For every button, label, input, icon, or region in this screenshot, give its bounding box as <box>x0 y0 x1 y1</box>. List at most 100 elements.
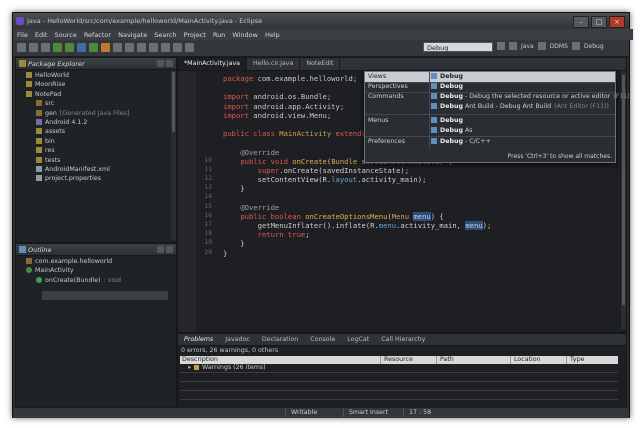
tree-node[interactable]: Android 4.1.2 <box>20 118 174 128</box>
outline-selected-row[interactable] <box>42 291 168 300</box>
code-line[interactable]: 15 @Override <box>196 203 626 212</box>
match-item[interactable]: Debug As <box>431 127 473 134</box>
table-row[interactable]: ▸ Warnings (26 items) <box>180 364 618 373</box>
title-bar[interactable]: Java - HelloWorld/src/com/example/hellow… <box>13 13 629 29</box>
expand-icon[interactable]: ▸ <box>188 364 191 371</box>
debug-perspective-icon[interactable] <box>571 42 580 50</box>
tree-node[interactable]: res <box>20 147 174 156</box>
scroll-thumb[interactable] <box>172 72 175 132</box>
tree-node[interactable]: tests <box>20 156 174 166</box>
run-icon[interactable] <box>89 43 98 52</box>
tab-problems[interactable]: Problems <box>178 334 219 345</box>
code-line[interactable]: 14 <box>196 193 626 202</box>
tree-node[interactable]: src <box>20 100 174 109</box>
tree-node[interactable]: HelloWorld <box>20 72 174 81</box>
tab-mainactivity[interactable]: *MainActivity.java <box>178 58 248 70</box>
menu-search[interactable]: Search <box>154 31 176 39</box>
col-description[interactable]: Description <box>182 356 218 364</box>
menu-file[interactable]: File <box>17 31 28 39</box>
tree-node[interactable]: NotePad <box>20 90 174 100</box>
menu-navigate[interactable]: Navigate <box>118 31 147 39</box>
debug-icon[interactable] <box>77 43 86 52</box>
col-resource[interactable]: Resource <box>384 356 413 364</box>
search-icon[interactable] <box>137 43 146 52</box>
open-type-icon[interactable] <box>125 43 134 52</box>
new-class-icon[interactable] <box>113 43 122 52</box>
minimize-button[interactable]: – <box>573 16 589 28</box>
minimize-view-icon[interactable] <box>157 60 164 67</box>
editor-scrollbar[interactable] <box>621 71 626 329</box>
menu-refactor[interactable]: Refactor <box>84 31 111 39</box>
tab-console[interactable]: Console <box>304 334 341 345</box>
minimize-view-icon[interactable] <box>157 246 164 253</box>
tree-node[interactable]: assets <box>20 128 174 137</box>
close-button[interactable]: × <box>609 16 625 28</box>
code-line[interactable]: 13 } <box>196 184 626 193</box>
tab-logcat[interactable]: LogCat <box>341 334 375 345</box>
code-line[interactable]: 16 public boolean onCreateOptionsMenu(Me… <box>196 211 626 221</box>
ddms-perspective-icon[interactable] <box>537 42 546 50</box>
code-line[interactable]: 18 return true; <box>196 230 626 239</box>
menu-project[interactable]: Project <box>184 31 206 39</box>
package-explorer-scrollbar[interactable] <box>171 70 176 240</box>
android-sdk-icon[interactable] <box>53 43 62 52</box>
java-perspective-icon[interactable] <box>509 42 517 50</box>
maximize-button[interactable]: □ <box>591 16 607 28</box>
outline-header[interactable]: Outline <box>16 244 176 256</box>
save-icon[interactable] <box>29 43 38 52</box>
tab-declaration[interactable]: Declaration <box>256 334 304 345</box>
new-icon[interactable] <box>17 43 26 52</box>
scroll-thumb[interactable] <box>622 75 625 305</box>
print-icon[interactable] <box>41 43 50 52</box>
menu-source[interactable]: Source <box>54 31 76 39</box>
tree-node[interactable]: gen [Generated Java Files] <box>20 109 174 119</box>
selected-match-row[interactable] <box>365 72 615 82</box>
prev-annotation-icon[interactable] <box>149 43 158 52</box>
perspective-java[interactable]: Java <box>521 43 534 50</box>
back-icon[interactable] <box>173 43 182 52</box>
match-item[interactable]: Debug <box>431 117 463 124</box>
match-item[interactable]: Debug <box>431 73 463 80</box>
tab-javadoc[interactable]: Javadoc <box>219 334 256 345</box>
next-annotation-icon[interactable] <box>161 43 170 52</box>
menu-edit[interactable]: Edit <box>35 31 48 39</box>
tree-node-label: HelloWorld <box>35 72 70 79</box>
tree-node[interactable]: MainActivity <box>20 267 174 276</box>
tree-node[interactable]: project.properties <box>20 175 174 184</box>
tree-node[interactable]: AndroidManifest.xml <box>20 165 174 175</box>
panel-controls <box>157 60 173 67</box>
tree-node[interactable]: MoonRise <box>20 81 174 90</box>
tab-noteedit[interactable]: NoteEdit <box>300 58 341 70</box>
tree-node[interactable]: com.example.helloworld <box>20 258 174 267</box>
package-explorer-header[interactable]: Package Explorer <box>16 58 176 70</box>
match-item[interactable]: Debug Ant Build - Debug Ant Build (Ant Ed… <box>431 103 609 110</box>
col-type[interactable]: Type <box>570 356 584 364</box>
menu-window[interactable]: Window <box>232 31 258 39</box>
quick-access-input[interactable]: Debug <box>423 42 493 52</box>
open-perspective-icon[interactable] <box>497 42 505 50</box>
maximize-view-icon[interactable] <box>166 246 173 253</box>
external-tools-icon[interactable] <box>101 43 110 52</box>
menu-run[interactable]: Run <box>213 31 225 39</box>
tree-node[interactable]: onCreate(Bundle): void <box>20 276 174 286</box>
perspective-debug[interactable]: Debug <box>584 43 604 50</box>
match-item[interactable]: Debug - C/C++ <box>431 138 491 145</box>
code-text: package com.example.helloworld; <box>223 74 358 83</box>
code-line[interactable]: 11 super.onCreate(savedInstanceState); <box>196 166 626 175</box>
forward-icon[interactable] <box>185 43 194 52</box>
col-path[interactable]: Path <box>440 356 454 364</box>
match-item[interactable]: Debug <box>431 83 463 90</box>
tab-hello[interactable]: Hello.cir.java <box>247 58 301 70</box>
code-line[interactable]: 20} <box>196 249 626 258</box>
tree-node[interactable]: bin <box>20 137 174 147</box>
tab-call-hierarchy[interactable]: Call Hierarchy <box>375 334 431 345</box>
menu-help[interactable]: Help <box>265 31 280 39</box>
perspective-ddms[interactable]: DDMS <box>550 43 568 50</box>
code-line[interactable]: 19 } <box>196 239 626 248</box>
avd-manager-icon[interactable] <box>65 43 74 52</box>
maximize-view-icon[interactable] <box>166 60 173 67</box>
code-line[interactable]: 17 getMenuInflater().inflate(R.menu.acti… <box>196 221 626 230</box>
col-location[interactable]: Location <box>514 356 541 364</box>
match-item[interactable]: Debug - Debug the selected resource or a… <box>431 93 630 100</box>
code-line[interactable]: 12 setContentView(R.layout.activity_main… <box>196 175 626 184</box>
